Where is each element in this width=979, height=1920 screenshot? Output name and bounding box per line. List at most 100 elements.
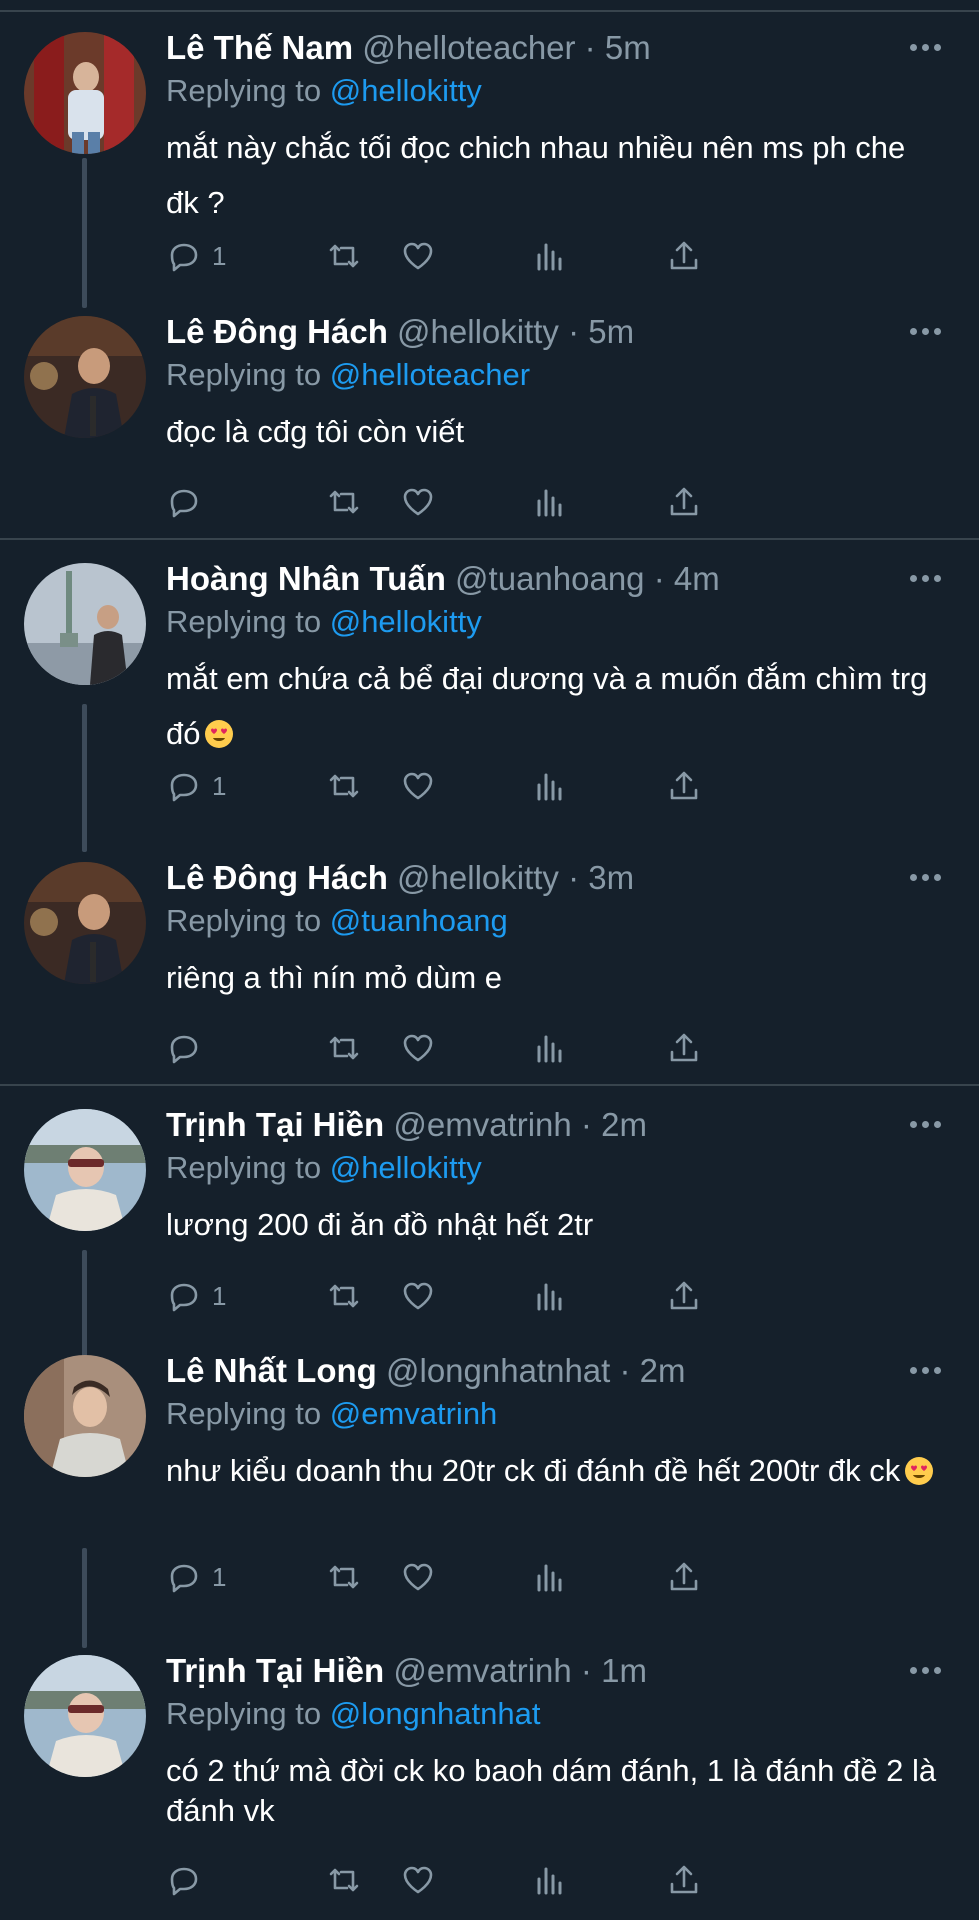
like-button[interactable]: [400, 1555, 436, 1599]
reply-count: 1: [212, 1280, 227, 1311]
replying-to-link[interactable]: @helloteacher: [330, 357, 530, 392]
retweet-button[interactable]: [326, 1026, 362, 1070]
more-options-icon[interactable]: [905, 32, 945, 62]
share-button[interactable]: [666, 1555, 702, 1599]
more-options-icon[interactable]: [905, 563, 945, 593]
share-button[interactable]: [666, 764, 702, 808]
retweet-button[interactable]: [326, 764, 362, 808]
heart-eyes-emoji: [905, 1457, 934, 1485]
heart-icon: [403, 488, 433, 516]
display-name[interactable]: Trịnh Tại Hiền: [166, 1106, 384, 1143]
reply-icon: [170, 773, 198, 802]
reply-icon: [170, 489, 198, 518]
more-options-icon[interactable]: [905, 1109, 945, 1139]
retweet-icon: [329, 1868, 359, 1892]
avatar[interactable]: [24, 316, 146, 438]
display-name[interactable]: Hoàng Nhân Tuấn: [166, 560, 446, 597]
retweet-icon: [329, 244, 359, 268]
reply-button[interactable]: 1: [166, 234, 226, 278]
analytics-button[interactable]: [532, 764, 568, 808]
reply-button[interactable]: 1: [166, 1555, 226, 1599]
like-button[interactable]: [400, 480, 436, 524]
avatar[interactable]: [24, 1109, 146, 1231]
replying-to-link[interactable]: @emvatrinh: [330, 1396, 498, 1431]
like-button[interactable]: [400, 764, 436, 808]
more-options-icon[interactable]: [905, 1655, 945, 1685]
share-button[interactable]: [666, 1274, 702, 1318]
tweet[interactable]: Lê Đông Hách @hellokitty · 3m Replying t…: [0, 830, 979, 1080]
more-options-icon[interactable]: [905, 316, 945, 346]
analytics-button[interactable]: [532, 1026, 568, 1070]
heart-eyes-emoji: [205, 720, 234, 748]
tweet[interactable]: Lê Đông Hách @hellokitty · 5m Replying t…: [0, 284, 979, 534]
analytics-button[interactable]: [532, 1858, 568, 1902]
replying-to-link[interactable]: @tuanhoang: [330, 903, 508, 938]
analytics-button[interactable]: [532, 480, 568, 524]
share-icon: [670, 1281, 698, 1310]
reply-button[interactable]: [166, 1858, 212, 1902]
display-name[interactable]: Lê Nhất Long: [166, 1352, 377, 1389]
avatar[interactable]: [24, 1355, 146, 1477]
share-button[interactable]: [666, 1858, 702, 1902]
tweet-header: Trịnh Tại Hiền @emvatrinh · 1m: [166, 1651, 955, 1691]
display-name[interactable]: Lê Đông Hách: [166, 313, 388, 350]
replying-to: Replying to @longnhatnhat: [166, 1696, 541, 1731]
display-name[interactable]: Lê Đông Hách: [166, 859, 388, 896]
tweet[interactable]: Trịnh Tại Hiền @emvatrinh · 1m Replying …: [0, 1623, 979, 1920]
handle-and-time: @tuanhoang · 4m: [455, 560, 720, 597]
handle-and-time: @hellokitty · 3m: [397, 859, 635, 896]
avatar[interactable]: [24, 32, 146, 154]
retweet-icon: [329, 1565, 359, 1589]
like-button[interactable]: [400, 1274, 436, 1318]
more-options-icon[interactable]: [905, 862, 945, 892]
analytics-icon: [537, 1283, 562, 1311]
replying-to-link[interactable]: @hellokitty: [330, 604, 482, 639]
tweet[interactable]: Hoàng Nhân Tuấn @tuanhoang · 4m Replying…: [0, 531, 979, 831]
share-button[interactable]: [666, 480, 702, 524]
tweet-text: như kiểu doanh thu 20tr ck đi đánh đề hế…: [166, 1443, 946, 1498]
avatar[interactable]: [24, 862, 146, 984]
share-icon: [670, 1033, 698, 1062]
reply-button[interactable]: 1: [166, 764, 226, 808]
display-name[interactable]: Trịnh Tại Hiền: [166, 1652, 384, 1689]
retweet-button[interactable]: [326, 1555, 362, 1599]
display-name[interactable]: Lê Thế Nam: [166, 29, 353, 66]
tweet-header: Lê Nhất Long @longnhatnhat · 2m: [166, 1351, 955, 1391]
analytics-button[interactable]: [532, 234, 568, 278]
more-options-icon[interactable]: [905, 1355, 945, 1385]
tweet-actions: [166, 480, 866, 524]
tweet-text: riêng a thì nín mỏ dùm e: [166, 960, 503, 995]
heart-icon: [403, 242, 433, 270]
tweet[interactable]: Lê Nhất Long @longnhatnhat · 2m Replying…: [0, 1323, 979, 1623]
replying-to-link[interactable]: @hellokitty: [330, 1150, 482, 1185]
reply-button[interactable]: [166, 1026, 212, 1070]
heart-icon: [403, 1282, 433, 1310]
analytics-icon: [537, 243, 562, 271]
replying-to: Replying to @hellokitty: [166, 604, 482, 639]
tweet-text: mắt em chứa cả bể đại dương và a muốn đắ…: [166, 661, 928, 751]
heart-icon: [403, 1034, 433, 1062]
tweet-header: Trịnh Tại Hiền @emvatrinh · 2m: [166, 1105, 955, 1145]
avatar[interactable]: [24, 563, 146, 685]
replying-to-link[interactable]: @longnhatnhat: [330, 1696, 541, 1731]
like-button[interactable]: [400, 234, 436, 278]
tweet[interactable]: Trịnh Tại Hiền @emvatrinh · 2m Replying …: [0, 1077, 979, 1327]
replying-to: Replying to @emvatrinh: [166, 1396, 498, 1431]
tweet[interactable]: Lê Thế Nam @helloteacher · 5m Replying t…: [0, 0, 979, 300]
analytics-button[interactable]: [532, 1274, 568, 1318]
share-button[interactable]: [666, 234, 702, 278]
share-button[interactable]: [666, 1026, 702, 1070]
retweet-button[interactable]: [326, 1274, 362, 1318]
replying-to-link[interactable]: @hellokitty: [330, 73, 482, 108]
replying-to: Replying to @helloteacher: [166, 357, 531, 392]
retweet-button[interactable]: [326, 234, 362, 278]
analytics-button[interactable]: [532, 1555, 568, 1599]
like-button[interactable]: [400, 1858, 436, 1902]
retweet-icon: [329, 1036, 359, 1060]
retweet-button[interactable]: [326, 1858, 362, 1902]
reply-button[interactable]: [166, 480, 212, 524]
retweet-button[interactable]: [326, 480, 362, 524]
avatar[interactable]: [24, 1655, 146, 1777]
reply-button[interactable]: 1: [166, 1274, 226, 1318]
like-button[interactable]: [400, 1026, 436, 1070]
